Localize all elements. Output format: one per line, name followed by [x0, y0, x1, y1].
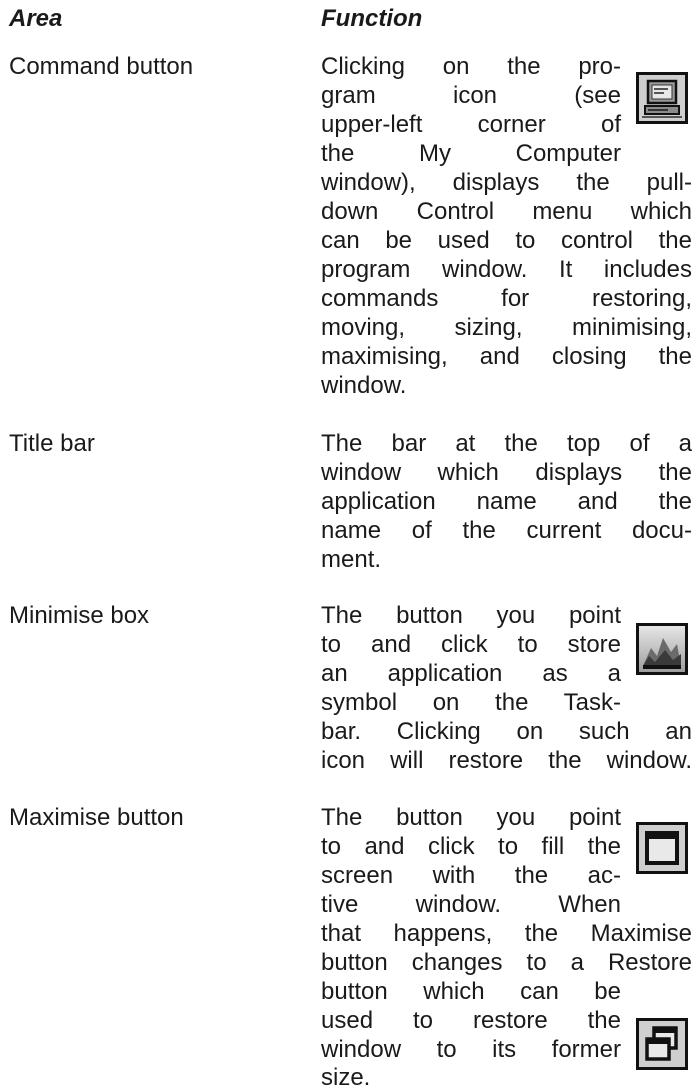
term-command-button: Command button: [9, 53, 194, 80]
description-line: The button you point: [321, 804, 621, 831]
term-minimise-box: Minimise box: [9, 602, 150, 629]
description-line: icon will restore the window.: [321, 747, 692, 774]
maximise-icon: [636, 822, 688, 874]
description-line: to and click to fill the: [321, 833, 621, 860]
description-line: button which can be: [321, 978, 621, 1005]
restore-icon: [636, 1018, 688, 1070]
description-line: program window. It includes: [321, 256, 692, 283]
reference-table: Area Function Command button Clicking on…: [0, 0, 700, 1091]
description-line: window.: [321, 372, 407, 399]
description-line: Clicking on the pro-: [321, 53, 621, 80]
description-line: to and click to store: [321, 631, 621, 658]
description-line: maximising, and closing the: [321, 343, 692, 370]
description-line: name of the current docu-: [321, 517, 692, 544]
term-maximise-button: Maximise button: [9, 804, 184, 831]
description-line: upper-left corner of: [321, 111, 621, 138]
description-line: size.: [321, 1064, 371, 1091]
description-line: window), displays the pull-: [321, 169, 692, 196]
computer-icon: [636, 72, 688, 124]
description-line: can be used to control the: [321, 227, 692, 254]
description-line: window to its former: [321, 1036, 621, 1063]
description-line: ment.: [321, 546, 382, 573]
term-title-bar: Title bar: [9, 430, 95, 457]
column-header-area: Area: [9, 5, 63, 32]
description-line: screen with the ac-: [321, 862, 621, 889]
description-line: application name and the: [321, 488, 692, 515]
description-line: used to restore the: [321, 1007, 621, 1034]
description-line: an application as a: [321, 660, 621, 687]
description-line: tive window. When: [321, 891, 621, 918]
description-line: button changes to a Restore: [321, 949, 692, 976]
description-line: down Control menu which: [321, 198, 692, 225]
description-line: that happens, the Maximise: [321, 920, 692, 947]
description-line: window which displays the: [321, 459, 692, 486]
description-line: The bar at the top of a: [321, 430, 692, 457]
description-line: gram icon (see: [321, 82, 621, 109]
column-header-function: Function: [321, 5, 423, 32]
minimise-icon: [636, 623, 688, 675]
description-line: symbol on the Task-: [321, 689, 621, 716]
description-line: the My Computer: [321, 140, 621, 167]
description-line: The button you point: [321, 602, 621, 629]
description-line: bar. Clicking on such an: [321, 718, 692, 745]
description-line: moving, sizing, minimising,: [321, 314, 692, 341]
description-line: commands for restoring,: [321, 285, 692, 312]
